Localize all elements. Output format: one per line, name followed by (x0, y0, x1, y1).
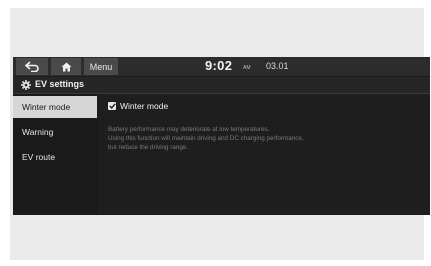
description-line: Battery performance may deteriorate at l… (108, 126, 270, 133)
checkmark-icon (108, 103, 116, 109)
clock-ampm: AM (243, 65, 251, 71)
title-bar: EV settings (13, 77, 430, 94)
description-line: but reduce the driving range. (108, 144, 189, 151)
sidebar: Winter mode Warning EV route (13, 94, 97, 215)
home-icon (61, 62, 71, 71)
winter-mode-description: Battery performance may deteriorate at l… (108, 125, 418, 152)
sidebar-item-warning[interactable]: Warning (13, 121, 97, 143)
description-line: Using this function will maintain drivin… (108, 135, 304, 142)
gear-icon (21, 80, 31, 90)
clock-time: 9:02 (205, 58, 233, 73)
top-bar: Menu 9:02 AM 03.01 (13, 57, 430, 76)
winter-mode-checkbox[interactable] (108, 102, 116, 110)
clock-date: 03.01 (266, 61, 289, 71)
infotainment-screen: Menu 9:02 AM 03.01 EV settings Winter mo… (13, 57, 430, 215)
winter-mode-label[interactable]: Winter mode (120, 101, 168, 111)
back-arrow-icon (25, 61, 39, 72)
home-button[interactable] (51, 58, 81, 75)
sidebar-item-winter-mode[interactable]: Winter mode (13, 96, 97, 118)
back-button[interactable] (16, 58, 48, 75)
menu-button[interactable]: Menu (84, 58, 118, 75)
content-panel: Winter mode Battery performance may dete… (99, 94, 430, 215)
sidebar-item-ev-route[interactable]: EV route (13, 146, 97, 168)
page-title: EV settings (35, 79, 85, 89)
